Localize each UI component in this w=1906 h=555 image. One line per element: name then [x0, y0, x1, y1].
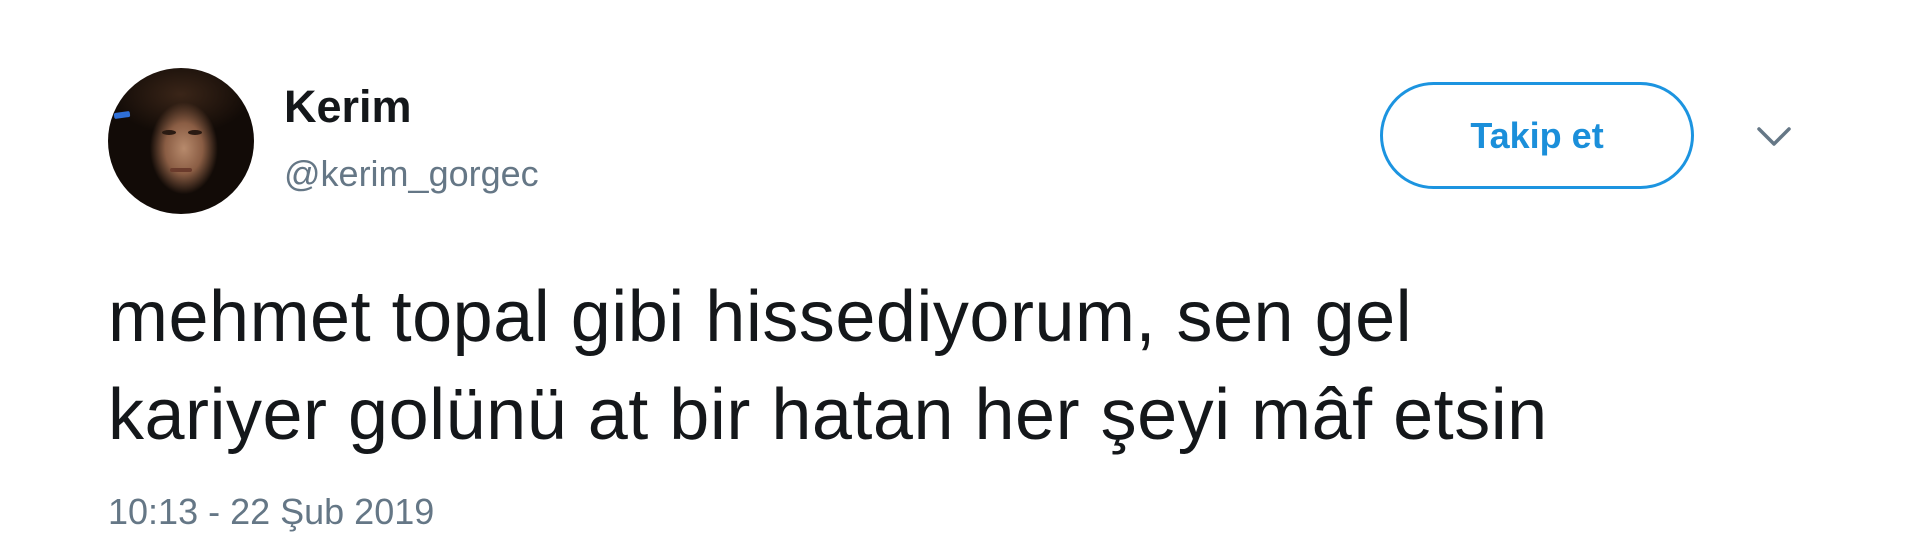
follow-button[interactable]: Takip et: [1380, 82, 1694, 189]
tweet-text-line: mehmet topal gibi hissediyorum, sen gel: [108, 277, 1413, 357]
avatar-mouth: [170, 168, 192, 172]
tweet-card: Kerim @kerim_gorgec Takip et mehmet topa…: [0, 0, 1906, 555]
avatar-eye-right: [188, 130, 202, 135]
chevron-down-icon[interactable]: [1756, 126, 1792, 148]
tweet-text: mehmet topal gibi hissediyorum, sen gel …: [108, 268, 1808, 464]
display-name[interactable]: Kerim: [284, 84, 412, 129]
avatar-eye-left: [162, 130, 176, 135]
avatar[interactable]: [108, 68, 254, 214]
user-handle[interactable]: @kerim_gorgec: [284, 156, 539, 192]
avatar-light-flare: [113, 110, 131, 120]
tweet-timestamp[interactable]: 10:13 - 22 Şub 2019: [108, 494, 434, 530]
tweet-text-line: kariyer golünü at bir hatan her şeyi mâf…: [108, 375, 1548, 455]
